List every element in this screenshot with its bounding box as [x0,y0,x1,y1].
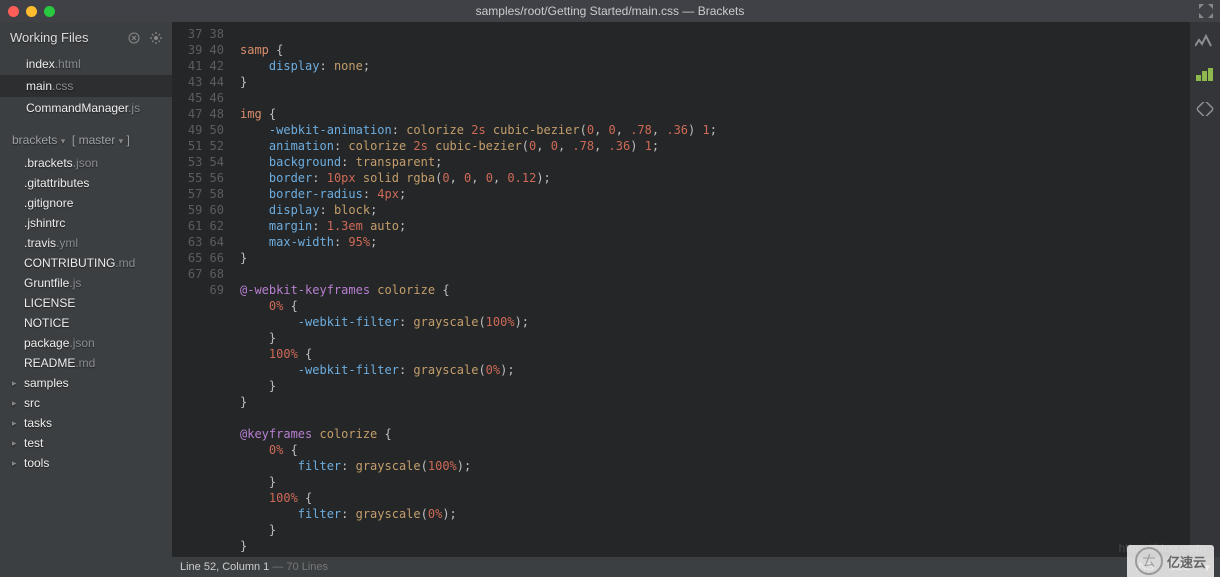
titlebar: samples/root/Getting Started/main.css — … [0,0,1220,22]
plugin-icon[interactable] [1195,102,1215,116]
minimize-window-button[interactable] [26,6,37,17]
fullscreen-icon[interactable] [1198,3,1214,19]
folder-item[interactable]: samples [0,373,172,393]
file-item[interactable]: .travis.yml [0,233,172,253]
yisu-logo-icon: ㄊ [1135,547,1163,575]
working-file-item[interactable]: index.html [0,53,172,75]
file-item[interactable]: .jshintrc [0,213,172,233]
working-file-item[interactable]: CommandManager.js [0,97,172,119]
file-item[interactable]: LICENSE [0,293,172,313]
file-item[interactable]: README.md [0,353,172,373]
file-item[interactable]: .brackets.json [0,153,172,173]
status-bar: Line 52, Column 1 — 70 Lines INS CSS ▾ [0,557,1220,577]
working-file-item[interactable]: main.css [0,75,172,97]
working-files-header: Working Files [0,22,172,53]
chevron-down-icon: ▾ [61,136,66,146]
file-item[interactable]: Gruntfile.js [0,273,172,293]
editor[interactable]: 37 38 39 40 41 42 43 44 45 46 47 48 49 5… [172,22,1190,557]
line-gutter: 37 38 39 40 41 42 43 44 45 46 47 48 49 5… [172,22,234,557]
folder-item[interactable]: tasks [0,413,172,433]
yisu-badge: ㄊ 亿速云 [1127,545,1214,577]
folder-item[interactable]: test [0,433,172,453]
project-name: brackets [12,133,57,147]
yisu-text: 亿速云 [1167,552,1206,571]
file-item[interactable]: CONTRIBUTING.md [0,253,172,273]
chevron-down-icon: ▾ [119,136,124,146]
cursor-position[interactable]: Line 52, Column 1 [180,561,269,573]
extension-manager-icon[interactable] [1195,68,1215,82]
right-rail [1190,22,1220,557]
file-item[interactable]: NOTICE [0,313,172,333]
working-files-label: Working Files [10,30,89,45]
file-item[interactable]: .gitattributes [0,173,172,193]
gear-icon[interactable] [150,32,162,44]
close-window-button[interactable] [8,6,19,17]
folder-item[interactable]: tools [0,453,172,473]
line-count: 70 Lines [286,561,328,573]
project-header[interactable]: brackets ▾ [ master ▾ ] [0,119,172,153]
folder-item[interactable]: src [0,393,172,413]
zoom-window-button[interactable] [44,6,55,17]
file-item[interactable]: .gitignore [0,193,172,213]
window-title: samples/root/Getting Started/main.css — … [476,4,745,18]
branch-name: master [79,133,116,147]
live-preview-icon[interactable] [1195,34,1215,48]
sidebar: Working Files index.htmlmain.cssCommandM… [0,22,172,557]
file-item[interactable]: package.json [0,333,172,353]
code-area[interactable]: samp { display: none; } img { -webkit-an… [234,22,1190,557]
close-all-icon[interactable] [128,32,140,44]
